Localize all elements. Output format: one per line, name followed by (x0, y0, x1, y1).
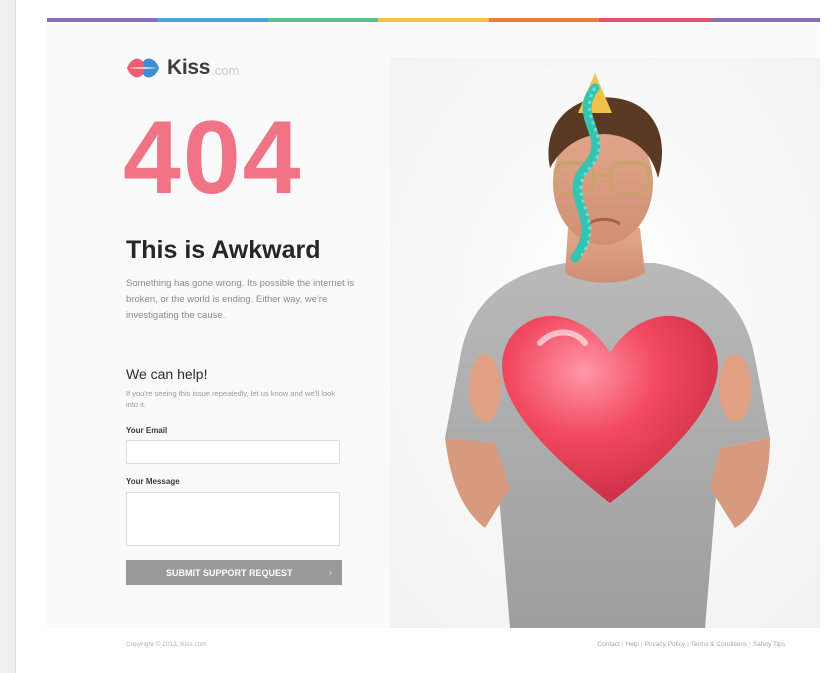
logo[interactable]: Kiss .com (125, 53, 239, 83)
copyright-text: Copyright © 2013, Kiss.com (126, 641, 207, 648)
error-title: This is Awkward (126, 236, 321, 264)
footer-link-terms[interactable]: Terms & Conditions (691, 641, 747, 648)
color-bar-segment (47, 18, 158, 22)
color-bar-segment (709, 18, 820, 22)
message-field[interactable] (126, 492, 340, 546)
error-description: Something has gone wrong. Its possible t… (126, 278, 355, 321)
email-label: Your Email (126, 426, 168, 435)
color-bar-segment (599, 18, 710, 22)
color-bar-segment (488, 18, 600, 22)
hero-photo (390, 58, 820, 628)
lips-logo-icon (127, 58, 159, 78)
help-title: We can help! (126, 366, 208, 382)
submit-support-request-button[interactable]: SUBMIT SUPPORT REQUEST › (126, 560, 342, 585)
footer-link-contact[interactable]: Contact (597, 641, 619, 648)
footer-separator: | (687, 641, 689, 648)
footer-link-safety[interactable]: Safety Tips (753, 641, 785, 648)
error-code: 404 (123, 100, 303, 216)
footer-links: Contact | Help | Privacy Policy | Terms … (597, 641, 785, 648)
footer-separator: | (621, 641, 624, 648)
message-label: Your Message (126, 477, 180, 486)
color-bar-segment (157, 18, 268, 22)
error-page: Kiss .com 404 This is Awkward Something … (47, 18, 820, 628)
help-text: If you're seeing this issue repeatedly, … (126, 389, 336, 409)
top-color-bar (47, 18, 820, 22)
brand-name: Kiss (167, 56, 211, 79)
footer-link-privacy[interactable]: Privacy Policy (645, 641, 685, 648)
footer-link-help[interactable]: Help (626, 641, 639, 648)
footer-separator: | (640, 641, 643, 648)
footer-separator: | (749, 641, 751, 648)
color-bar-segment (378, 18, 489, 22)
email-field[interactable] (126, 440, 340, 464)
color-bar-segment (267, 18, 379, 22)
brand-suffix: .com (211, 63, 240, 78)
chevron-right-icon: › (329, 567, 332, 577)
submit-button-label: SUBMIT SUPPORT REQUEST (166, 567, 293, 578)
